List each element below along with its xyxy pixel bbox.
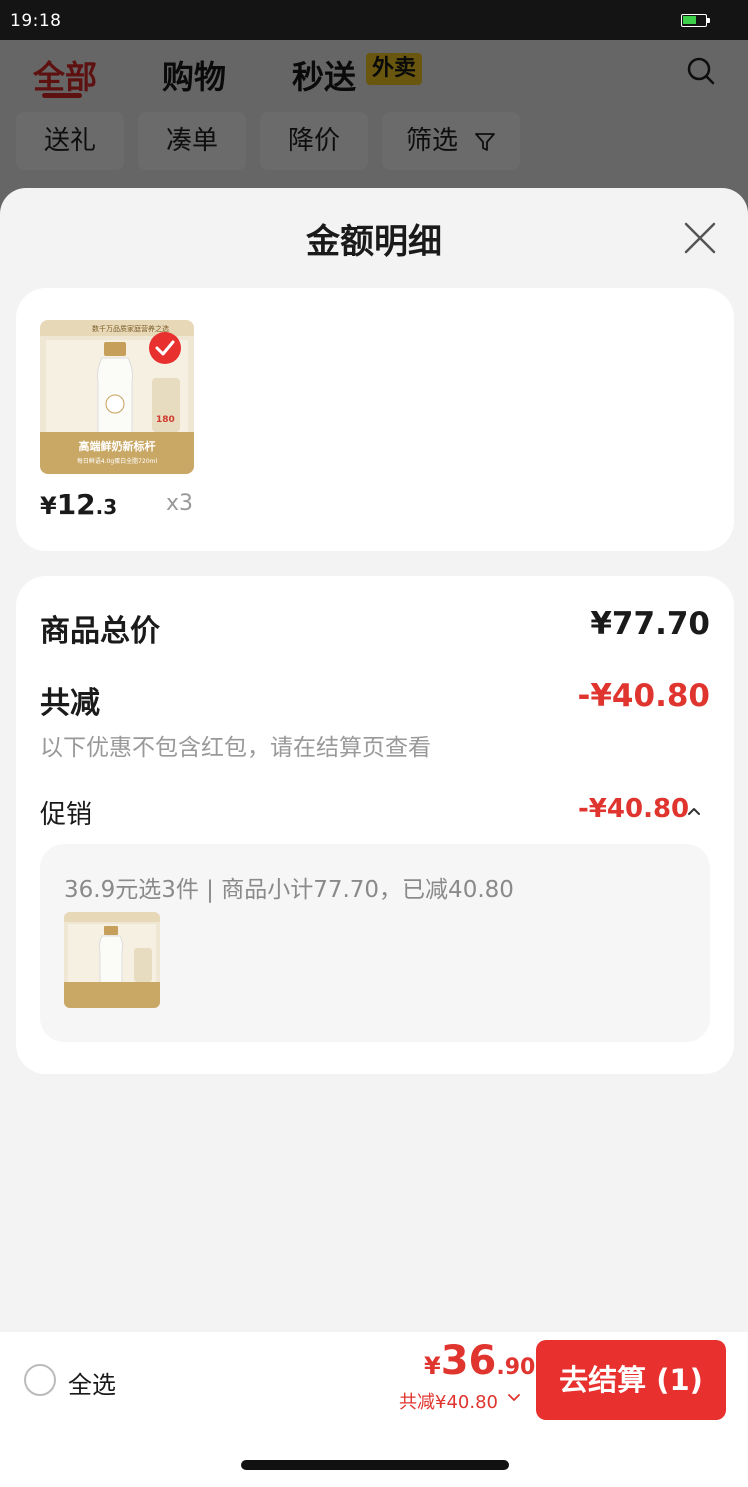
image-caption-main: 高端鲜奶新标杆 [79,439,156,453]
total-value: ¥77.70 [590,606,710,642]
price-integer: 36 [440,1338,497,1384]
product-quantity: x3 [166,491,194,516]
total-label: 商品总价 [40,614,160,649]
image-caption-sub: 每日鲜语4.0g蛋白全脂720ml [77,457,158,465]
promo-detail-box: 36.9元选3件 | 商品小计77.70，已减40.80 [40,844,710,1042]
price-decimal: .3 [95,495,118,519]
chevron-up-icon[interactable] [686,802,702,815]
promo-value[interactable]: -¥40.80 [578,794,689,824]
close-icon[interactable] [680,218,720,258]
chevron-down-icon[interactable] [508,1394,520,1402]
select-all-radio[interactable] [24,1364,56,1396]
total-reduce-toggle[interactable]: 共减¥40.80 [399,1388,498,1414]
home-indicator [241,1460,509,1470]
product-image[interactable]: 数千万品质家庭营养之选 180 高端鲜奶新标杆 每日鲜语4.0g蛋白全脂720m… [40,320,194,474]
promo-label: 促销 [40,800,93,830]
price-symbol: ¥ [424,1352,441,1380]
battery-cap [707,18,710,23]
price-integer: 12 [56,488,96,521]
promo-product-image[interactable] [64,912,160,1008]
amount-detail-sheet: 金额明细 数千万品质家庭营养之选 180 高端鲜奶新标杆 每日鲜语4.0g蛋白全… [0,188,748,1332]
reduce-value: -¥40.80 [577,678,711,714]
final-price: ¥36.90 [424,1338,535,1384]
sheet-title: 金额明细 [306,222,442,262]
image-badge: 180 [156,415,175,425]
product-card: 数千万品质家庭营养之选 180 高端鲜奶新标杆 每日鲜语4.0g蛋白全脂720m… [16,288,734,551]
bottom-bar: 全选 ¥36.90 共减¥40.80 去结算 (1) [0,1332,748,1487]
price-symbol: ¥ [40,492,57,520]
discount-note: 以下优惠不包含红包，请在结算页查看 [40,735,431,761]
battery-icon [681,14,707,27]
select-all-label[interactable]: 全选 [68,1365,116,1400]
promo-description: 36.9元选3件 | 商品小计77.70，已减40.80 [64,877,514,903]
price-decimal: .90 [496,1355,536,1380]
price-summary-card: 商品总价 ¥77.70 共减 -¥40.80 以下优惠不包含红包，请在结算页查看… [16,576,734,1074]
status-bar: 19:18 [0,0,748,40]
checkout-button[interactable]: 去结算 (1) [536,1340,726,1420]
image-caption-top: 数千万品质家庭营养之选 [92,324,169,333]
status-time: 19:18 [10,11,62,31]
product-price: ¥12.3 [40,488,117,521]
reduce-label: 共减 [40,686,100,721]
